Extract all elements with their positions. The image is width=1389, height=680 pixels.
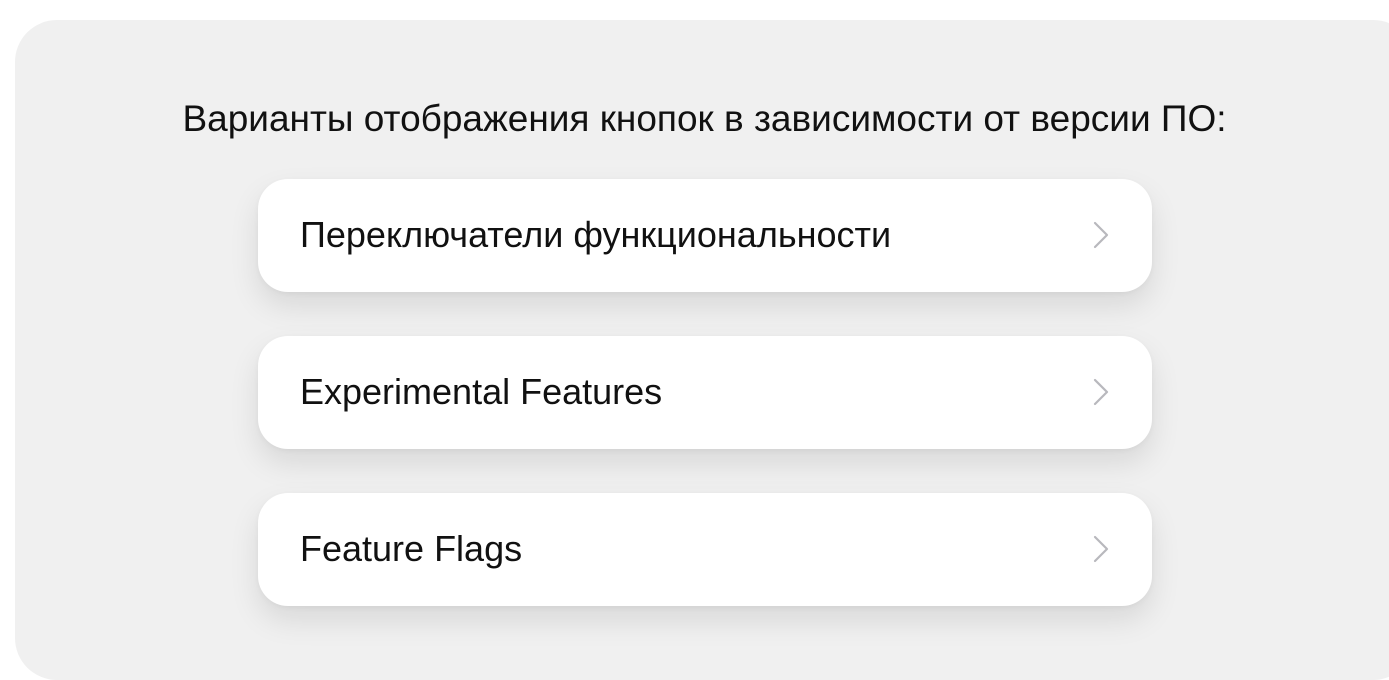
chevron-right-icon <box>1092 220 1110 250</box>
chevron-right-icon <box>1092 534 1110 564</box>
panel-heading: Варианты отображения кнопок в зависимост… <box>182 98 1227 139</box>
option-button-feature-flags[interactable]: Feature Flags <box>258 493 1152 606</box>
option-label: Переключатели функциональности <box>300 214 892 255</box>
option-button-experimental-features[interactable]: Experimental Features <box>258 336 1152 449</box>
option-button-feature-toggles-ru[interactable]: Переключатели функциональности <box>258 179 1152 292</box>
chevron-right-icon <box>1092 377 1110 407</box>
option-label: Feature Flags <box>300 528 523 569</box>
option-label: Experimental Features <box>300 371 663 412</box>
